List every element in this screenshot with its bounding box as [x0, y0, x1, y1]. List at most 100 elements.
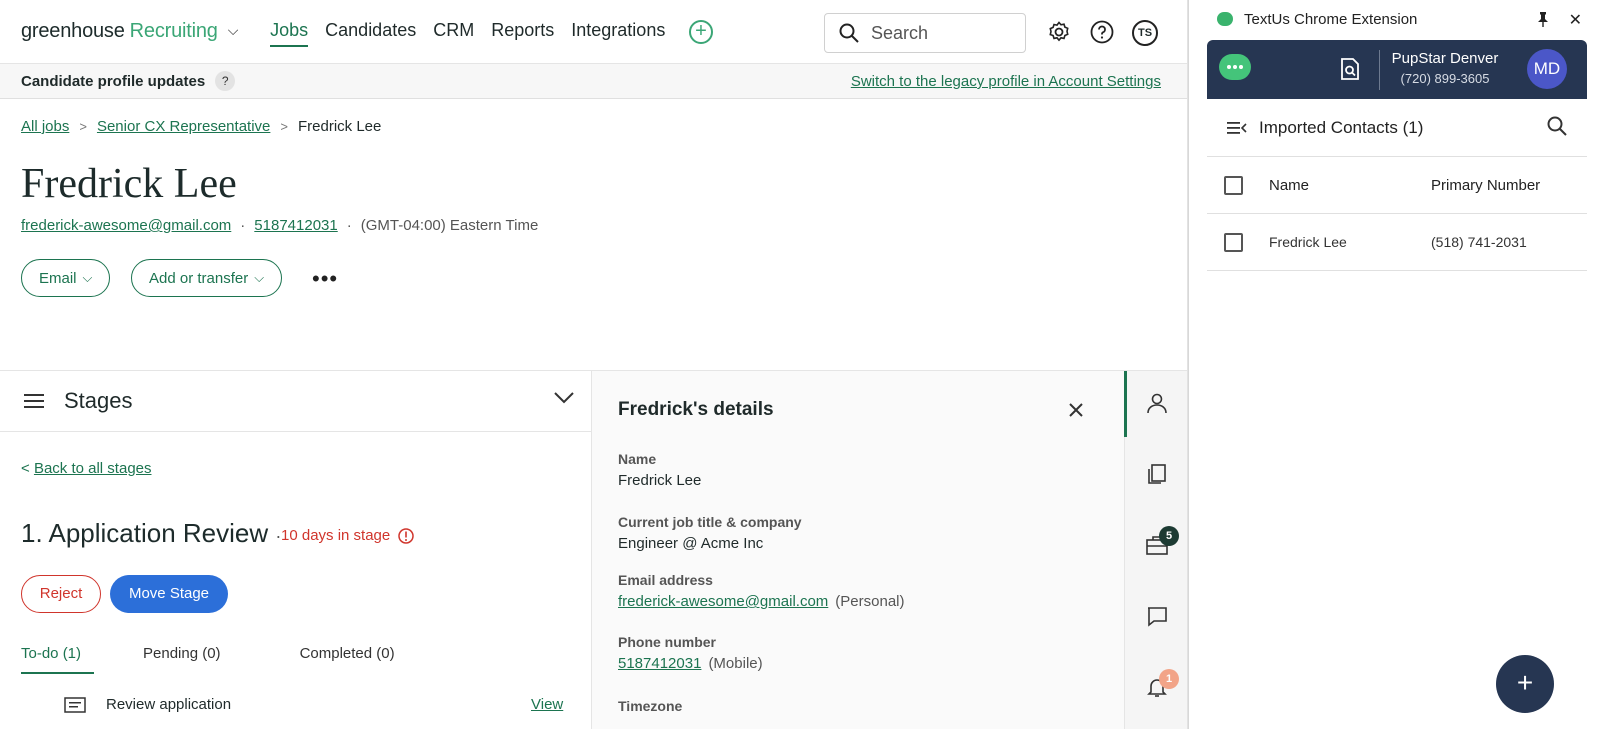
contacts-header: Imported Contacts (1)	[1207, 99, 1587, 157]
back-to-stages-link[interactable]: < Back to all stages	[21, 460, 152, 477]
greenhouse-app: greenhouse Recruiting ⌵ Jobs Candidates …	[0, 0, 1188, 729]
chevron-right-icon: >	[79, 119, 87, 134]
view-task-link[interactable]: View	[531, 696, 563, 713]
days-label: 10 days in stage	[281, 527, 391, 544]
add-icon[interactable]: +	[689, 20, 713, 44]
logo-sub: Recruiting	[129, 20, 218, 42]
add-transfer-button[interactable]: Add or transfer ⌵	[131, 259, 283, 297]
jobs-count-badge: 5	[1159, 526, 1179, 546]
tab-pending[interactable]: Pending (0)	[143, 645, 221, 674]
chevron-right-icon: >	[280, 119, 288, 134]
stages-panel: Stages < Back to all stages 1. Applicati…	[0, 371, 592, 729]
candidate-timezone: (GMT-04:00) Eastern Time	[360, 217, 539, 234]
nav-jobs[interactable]: Jobs	[270, 16, 309, 47]
task-label: Review application	[106, 696, 232, 713]
help-icon[interactable]	[1090, 20, 1114, 44]
phone-value-link[interactable]: 5187412031	[618, 655, 701, 672]
documents-icon[interactable]	[1145, 462, 1169, 486]
chevron-down-icon: ⌵	[82, 270, 93, 285]
stages-header[interactable]: Stages	[0, 371, 591, 432]
contact-name: Fredrick Lee	[1269, 234, 1347, 250]
timezone-label: Timezone	[618, 698, 683, 714]
details-title: Fredrick's details	[618, 399, 774, 420]
greenhouse-logo[interactable]: greenhouse Recruiting ⌵	[21, 20, 238, 43]
task-tabs: To-do (1) Pending (0) Completed (0)	[21, 645, 395, 674]
tab-todo[interactable]: To-do (1)	[21, 645, 94, 674]
move-stage-button[interactable]: Move Stage	[110, 575, 228, 613]
contacts-title: Imported Contacts (1)	[1259, 117, 1424, 137]
days-in-stage: 10 days in stage	[281, 527, 414, 544]
nav-crm[interactable]: CRM	[433, 16, 474, 47]
stage-title: 1. Application Review ·	[21, 518, 281, 549]
add-transfer-label: Add or transfer	[149, 269, 249, 287]
bottom-split: Stages < Back to all stages 1. Applicati…	[0, 370, 1187, 729]
menu-icon[interactable]	[24, 393, 44, 409]
legacy-profile-link[interactable]: Switch to the legacy profile in Account …	[851, 73, 1161, 90]
document-search-icon[interactable]	[1340, 58, 1360, 80]
extension-title: TextUs Chrome Extension	[1244, 10, 1418, 28]
chevron-down-icon[interactable]	[553, 391, 575, 405]
nav-reports[interactable]: Reports	[491, 16, 554, 47]
candidate-phone-link[interactable]: 5187412031	[254, 217, 337, 234]
phone-field: Phone number 5187412031 (Mobile)	[618, 634, 763, 672]
help-badge[interactable]: ?	[215, 71, 236, 91]
search-icon[interactable]	[1547, 116, 1567, 136]
select-all-checkbox[interactable]	[1224, 176, 1243, 195]
textus-extension: TextUs Chrome Extension ✕ PupStar Denver…	[1188, 0, 1600, 729]
account-switcher[interactable]: PupStar Denver (720) 899-3605	[1389, 50, 1501, 86]
pin-icon[interactable]	[1536, 11, 1550, 27]
email-type: (Personal)	[835, 593, 905, 610]
email-label: Email address	[618, 572, 713, 588]
breadcrumb-job[interactable]: Senior CX Representative	[97, 118, 270, 135]
gear-icon[interactable]	[1047, 20, 1071, 44]
user-avatar[interactable]: MD	[1527, 49, 1567, 89]
banner-title: Candidate profile updates	[21, 72, 206, 90]
account-phone: (720) 899-3605	[1400, 71, 1490, 86]
chevron-down-icon[interactable]: ⌵	[228, 22, 239, 39]
col-name: Name	[1269, 177, 1310, 194]
add-contact-button[interactable]: +	[1496, 655, 1554, 713]
textus-logo-icon	[1217, 12, 1233, 26]
logo-main: greenhouse	[21, 20, 125, 42]
dot-separator: ·	[346, 217, 352, 234]
phone-label: Phone number	[618, 634, 717, 650]
table-row[interactable]: Fredrick Lee (518) 741-2031	[1207, 214, 1587, 271]
nav-candidates[interactable]: Candidates	[325, 16, 416, 47]
breadcrumb: All jobs > Senior CX Representative > Fr…	[21, 118, 381, 135]
job-field: Current job title & company Engineer @ A…	[618, 514, 802, 552]
candidate-email-link[interactable]: frederick-awesome@gmail.com	[21, 217, 231, 234]
tab-completed[interactable]: Completed (0)	[300, 645, 395, 674]
candidate-name: Fredrick Lee	[21, 161, 237, 207]
email-value-link[interactable]: frederick-awesome@gmail.com	[618, 593, 828, 610]
reject-button[interactable]: Reject	[21, 575, 101, 613]
candidate-contact: frederick-awesome@gmail.com · 5187412031…	[21, 217, 538, 234]
contact-phone: (518) 741-2031	[1431, 234, 1527, 250]
close-icon[interactable]: ✕	[1569, 10, 1582, 30]
nav-integrations[interactable]: Integrations	[571, 16, 665, 47]
side-rail: 5 1	[1124, 371, 1187, 729]
collapse-menu-icon[interactable]	[1227, 121, 1247, 135]
stages-title: Stages	[64, 388, 133, 413]
breadcrumb-all-jobs[interactable]: All jobs	[21, 118, 69, 135]
active-indicator	[1124, 371, 1127, 437]
col-primary-number: Primary Number	[1431, 177, 1541, 194]
user-avatar[interactable]: TS	[1132, 20, 1158, 46]
details-panel: Fredrick's details Name Fredrick Lee Cur…	[592, 371, 1124, 729]
row-checkbox[interactable]	[1224, 233, 1243, 252]
name-field: Name Fredrick Lee	[618, 451, 701, 489]
search-input[interactable]: Search	[824, 13, 1026, 53]
name-value: Fredrick Lee	[618, 472, 702, 489]
alert-circle-icon	[398, 527, 414, 544]
alerts-count-badge: 1	[1159, 669, 1179, 689]
person-icon[interactable]	[1145, 391, 1169, 415]
name-label: Name	[618, 451, 657, 467]
breadcrumb-current: Fredrick Lee	[297, 118, 382, 135]
close-icon[interactable]	[1068, 402, 1084, 418]
back-label: Back to all stages	[33, 460, 152, 477]
textus-chat-icon	[1219, 54, 1251, 80]
more-options-icon[interactable]: •••	[312, 266, 338, 292]
extension-titlebar: TextUs Chrome Extension ✕	[1189, 0, 1600, 38]
chat-icon[interactable]	[1145, 604, 1169, 628]
profile-banner: Candidate profile updates ? Switch to th…	[0, 64, 1187, 99]
email-button[interactable]: Email ⌵	[21, 259, 111, 297]
